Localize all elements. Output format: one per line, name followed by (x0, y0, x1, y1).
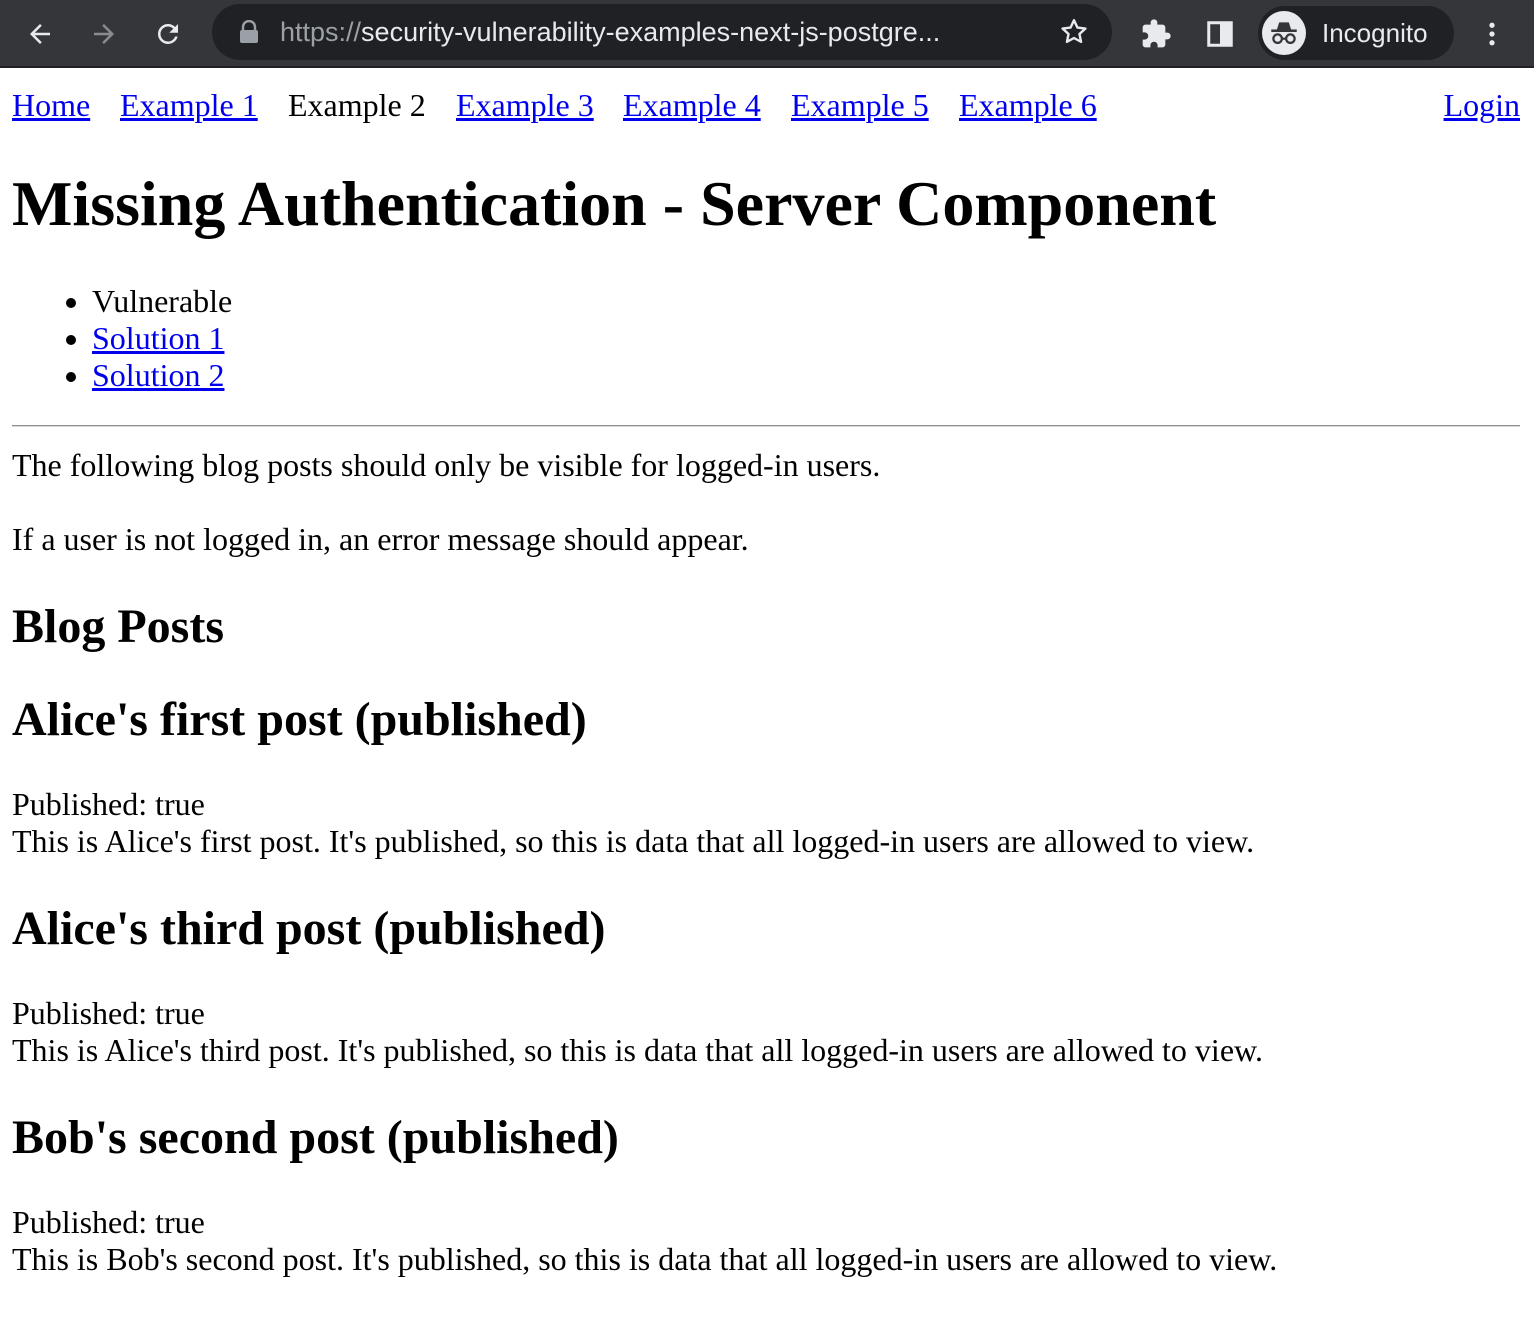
list-item-solution-2: Solution 2 (92, 357, 232, 394)
nav-link-login[interactable]: Login (1444, 84, 1520, 126)
site-nav: Home Example 1 Example 2 Example 3 Examp… (12, 84, 1520, 126)
puzzle-icon (1142, 19, 1171, 48)
page-title: Missing Authentication - Server Componen… (12, 168, 1217, 239)
post-title: Alice's third post (published) (12, 902, 606, 955)
lock-icon (240, 20, 258, 43)
blog-posts-heading: Blog Posts (12, 600, 225, 653)
nav-link-home[interactable]: Home (12, 84, 90, 126)
address-bar[interactable]: https://security-vulnerability-examples-… (212, 4, 1112, 60)
incognito-icon (1262, 11, 1306, 55)
blog-post: Alice's first post (published) Published… (12, 692, 1520, 859)
solution-1-link[interactable]: Solution 1 (92, 320, 224, 356)
list-item-solution-1: Solution 1 (92, 320, 232, 357)
solution-list: Vulnerable Solution 1 Solution 2 (12, 283, 232, 394)
url-scheme: https:// (280, 17, 362, 47)
blog-post: Bob's second post (published) Published:… (12, 1110, 1520, 1277)
nav-link-example-4[interactable]: Example 4 (623, 84, 761, 126)
browser-menu-button[interactable] (1470, 12, 1514, 56)
post-title: Bob's second post (published) (12, 1111, 619, 1164)
side-panel-button[interactable] (1198, 12, 1242, 56)
blog-post: Alice's third post (published) Published… (12, 901, 1520, 1068)
back-button[interactable] (18, 12, 62, 56)
reload-button[interactable] (146, 12, 190, 56)
divider (12, 425, 1520, 427)
post-body: This is Alice's third post. It's publish… (12, 1032, 1264, 1068)
post-body: This is Bob's second post. It's publishe… (12, 1241, 1278, 1277)
info-text-error: If a user is not logged in, an error mes… (12, 521, 749, 557)
vulnerable-label: Vulnerable (92, 283, 233, 319)
nav-link-example-6[interactable]: Example 6 (959, 84, 1097, 126)
post-title: Alice's first post (published) (12, 693, 587, 746)
side-panel-icon (1207, 21, 1233, 47)
nav-current-example-2: Example 2 (288, 87, 426, 123)
back-arrow-icon (30, 24, 50, 44)
info-text-visibility: The following blog posts should only be … (12, 447, 881, 483)
list-item-vulnerable: Vulnerable (92, 283, 232, 320)
forward-button[interactable] (82, 12, 126, 56)
post-published-status: Published: true (12, 1204, 205, 1240)
post-body: This is Alice's first post. It's publish… (12, 823, 1255, 859)
more-vertical-icon (1489, 22, 1495, 46)
incognito-profile-button[interactable]: Incognito (1258, 6, 1454, 60)
nav-link-example-1[interactable]: Example 1 (120, 84, 258, 126)
reload-icon (157, 23, 178, 44)
bookmark-star-icon[interactable] (1058, 16, 1090, 48)
nav-link-example-5[interactable]: Example 5 (791, 84, 929, 126)
incognito-label: Incognito (1322, 18, 1428, 48)
url-host-path: security-vulnerability-examples-next-js-… (361, 17, 941, 47)
nav-link-example-3[interactable]: Example 3 (456, 84, 594, 126)
post-published-status: Published: true (12, 786, 205, 822)
solution-2-link[interactable]: Solution 2 (92, 357, 224, 393)
browser-toolbar: https://security-vulnerability-examples-… (0, 0, 1534, 68)
extensions-button[interactable] (1134, 12, 1178, 56)
url-text[interactable]: https://security-vulnerability-examples-… (280, 4, 1050, 60)
post-published-status: Published: true (12, 995, 205, 1031)
forward-arrow-icon (94, 24, 114, 44)
